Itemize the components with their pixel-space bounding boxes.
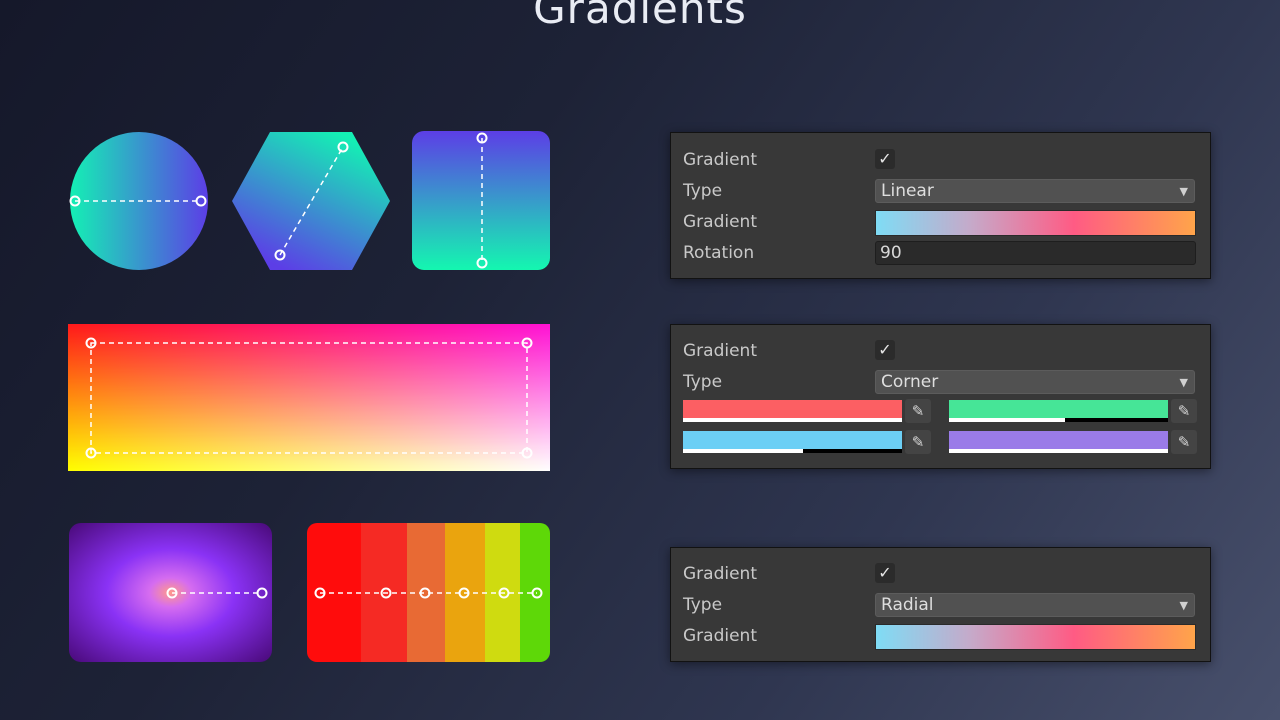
rotation-value: 90 [880, 243, 902, 263]
corner-color-bottom-left[interactable] [683, 431, 902, 453]
corner-color-top-left[interactable] [683, 400, 902, 422]
chevron-down-icon: ▼ [1179, 376, 1188, 389]
linear-gradient-panel: Gradient ✓ Type Linear ▼ Gradient Rotati… [670, 132, 1211, 279]
type-dropdown-value: Radial [881, 595, 934, 615]
corner-color-bottom-right[interactable] [949, 431, 1168, 453]
gradient-toggle-label: Gradient [683, 564, 757, 584]
type-dropdown[interactable]: Linear ▼ [875, 179, 1195, 203]
corner-gradient-panel: Gradient ✓ Type Corner ▼ ✎ ✎ ✎ ✎ [670, 324, 1211, 469]
radial-gradient-rect [69, 523, 272, 662]
checkmark-icon: ✓ [878, 149, 892, 168]
eyedropper-icon[interactable]: ✎ [905, 430, 931, 454]
gradient-ramp-label: Gradient [683, 626, 757, 646]
type-label: Type [683, 372, 723, 392]
gradient-ramp-field[interactable] [875, 210, 1196, 236]
gradient-checkbox[interactable]: ✓ [875, 340, 895, 360]
eyedropper-icon[interactable]: ✎ [1171, 399, 1197, 423]
type-label: Type [683, 595, 723, 615]
checkmark-icon: ✓ [878, 340, 892, 359]
gradient-ramp-label: Gradient [683, 212, 757, 232]
rotation-label: Rotation [683, 243, 755, 263]
chevron-down-icon: ▼ [1179, 185, 1188, 198]
eyedropper-icon[interactable]: ✎ [905, 399, 931, 423]
gradient-toggle-label: Gradient [683, 341, 757, 361]
type-dropdown[interactable]: Radial ▼ [875, 593, 1195, 617]
gradient-toggle-label: Gradient [683, 150, 757, 170]
hexagon-linear-gradient [232, 132, 390, 270]
gradient-ramp-field[interactable] [875, 624, 1196, 650]
corner-color-top-right[interactable] [949, 400, 1168, 422]
type-dropdown-value: Corner [881, 372, 939, 392]
gradient-checkbox[interactable]: ✓ [875, 149, 895, 169]
corner-gradient-overlay [68, 324, 550, 471]
gradient-checkbox[interactable]: ✓ [875, 563, 895, 583]
type-label: Type [683, 181, 723, 201]
radial-gradient-panel: Gradient ✓ Type Radial ▼ Gradient [670, 547, 1211, 662]
type-dropdown[interactable]: Corner ▼ [875, 370, 1195, 394]
type-dropdown-value: Linear [881, 181, 934, 201]
eyedropper-icon[interactable]: ✎ [1171, 430, 1197, 454]
chevron-down-icon: ▼ [1179, 599, 1188, 612]
checkmark-icon: ✓ [878, 563, 892, 582]
rotation-input[interactable]: 90 [875, 241, 1196, 265]
square-linear-gradient [412, 131, 550, 270]
